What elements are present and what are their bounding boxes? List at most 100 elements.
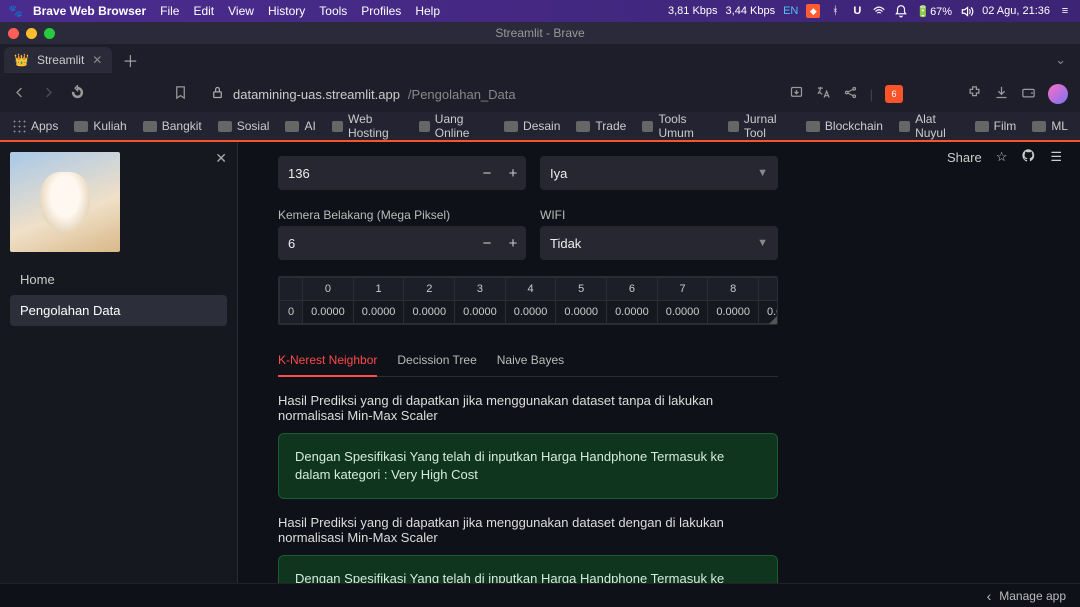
bookmark-folder-toolsumum[interactable]: Tools Umum — [642, 112, 711, 140]
tab-knn[interactable]: K-Nerest Neighbor — [278, 347, 377, 377]
minimize-window-button[interactable] — [26, 28, 37, 39]
menu-help[interactable]: Help — [415, 4, 440, 18]
maximize-window-button[interactable] — [44, 28, 55, 39]
u-icon[interactable]: U — [850, 4, 864, 18]
menu-history[interactable]: History — [268, 4, 305, 18]
table-cell: 0.0000 — [404, 301, 455, 324]
bookmark-folder-film[interactable]: Film — [975, 119, 1017, 133]
net-speed-down: 3,81 Kbps — [668, 5, 718, 17]
bookmark-folder-uangonline[interactable]: Uang Online — [419, 112, 488, 140]
footer-chevron-icon[interactable]: ‹ — [987, 588, 992, 604]
table-header-cell: 6 — [607, 278, 658, 301]
folder-icon — [143, 121, 157, 132]
sidebar-close-icon[interactable]: ✕ — [215, 150, 227, 167]
browser-tab[interactable]: 👑 Streamlit ✕ — [4, 47, 112, 73]
menu-file[interactable]: File — [160, 4, 179, 18]
table-header-cell: 1 — [353, 278, 404, 301]
apps-icon — [12, 119, 26, 133]
brave-shield-icon[interactable]: 6 — [885, 85, 903, 103]
step-down-2[interactable]: − — [474, 235, 500, 252]
select-wifi-value: Tidak — [550, 236, 581, 251]
step-up-2[interactable]: + — [500, 235, 526, 252]
folder-icon — [419, 121, 430, 132]
close-window-button[interactable] — [8, 28, 19, 39]
folder-icon — [728, 121, 739, 132]
hamburger-menu-icon[interactable]: ☰ — [1050, 149, 1062, 165]
install-app-icon[interactable] — [789, 85, 804, 103]
apple-menu-icon[interactable]: 🐾 — [8, 4, 23, 18]
app-header-actions: Share ☆ ☰ — [947, 148, 1062, 166]
status-icon-1[interactable]: ◆ — [806, 4, 820, 18]
bookmark-folder-bangkit[interactable]: Bangkit — [143, 119, 202, 133]
github-icon[interactable] — [1021, 148, 1036, 166]
tabs-dropdown-icon[interactable]: ⌄ — [1055, 52, 1066, 68]
battery-indicator[interactable]: 🔋67% — [916, 5, 952, 18]
extensions-icon[interactable] — [967, 85, 982, 103]
share-icon-toolbar[interactable] — [843, 85, 858, 103]
table-cell: 0.0000 — [505, 301, 556, 324]
bookmark-folder-desain[interactable]: Desain — [504, 119, 560, 133]
table-cell: 0.0000 — [303, 301, 354, 324]
table-header-cell — [280, 278, 303, 301]
select-wifi[interactable]: Tidak ▼ — [540, 226, 778, 260]
table-header-cell: 9 — [759, 278, 778, 301]
new-tab-button[interactable]: ＋ — [122, 48, 138, 72]
browser-toolbar: datamining-uas.streamlit.app/Pengolahan_… — [0, 76, 1080, 112]
bell-icon[interactable] — [894, 4, 908, 18]
share-button[interactable]: Share — [947, 150, 982, 165]
bookmark-folder-trade[interactable]: Trade — [576, 119, 626, 133]
lock-icon — [210, 85, 225, 103]
bookmark-folder-kuliah[interactable]: Kuliah — [74, 119, 126, 133]
select-1[interactable]: Iya ▼ — [540, 156, 778, 190]
bluetooth-icon[interactable]: ᚼ — [828, 4, 842, 18]
menu-tools[interactable]: Tools — [319, 4, 347, 18]
sidebar-image — [10, 152, 120, 252]
tab-close-icon[interactable]: ✕ — [92, 53, 102, 67]
clock[interactable]: 02 Agu, 21:36 — [982, 5, 1050, 17]
folder-icon — [332, 121, 343, 132]
manage-app-button[interactable]: Manage app — [999, 589, 1066, 603]
app-name[interactable]: Brave Web Browser — [33, 4, 146, 18]
address-bar[interactable]: datamining-uas.streamlit.app/Pengolahan_… — [202, 81, 775, 107]
volume-icon[interactable] — [960, 4, 974, 18]
bookmark-folder-ai[interactable]: AI — [285, 119, 315, 133]
step-up-1[interactable]: + — [500, 165, 526, 182]
lang-indicator[interactable]: EN — [783, 5, 798, 17]
tab-decision-tree[interactable]: Decission Tree — [397, 347, 476, 376]
apps-shortcut[interactable]: Apps — [12, 119, 58, 133]
bookmark-folder-sosial[interactable]: Sosial — [218, 119, 270, 133]
translate-icon[interactable] — [816, 85, 831, 103]
menu-trigger-icon[interactable]: ≡ — [1058, 4, 1072, 18]
streamlit-footer: ‹ Manage app — [0, 583, 1080, 607]
back-button[interactable] — [12, 85, 27, 103]
bookmark-outline-icon[interactable] — [173, 85, 188, 103]
bookmark-folder-alatnuyul[interactable]: Alat Nuyul — [899, 112, 959, 140]
step-down-1[interactable]: − — [474, 165, 500, 182]
sidebar-item-pengolahan-data[interactable]: Pengolahan Data — [10, 295, 227, 326]
folder-icon — [576, 121, 590, 132]
bookmarks-bar: Apps Kuliah Bangkit Sosial AI Web Hostin… — [0, 112, 1080, 142]
menu-view[interactable]: View — [228, 4, 254, 18]
os-menubar: 🐾 Brave Web Browser File Edit View Histo… — [0, 0, 1080, 22]
data-table[interactable]: 01234567891011 00.00000.00000.00000.0000… — [278, 276, 778, 325]
profile-avatar[interactable] — [1048, 84, 1068, 104]
bookmark-folder-ml[interactable]: ML — [1032, 119, 1068, 133]
folder-icon — [285, 121, 299, 132]
wallet-icon[interactable] — [1021, 85, 1036, 103]
tab-naive-bayes[interactable]: Naive Bayes — [497, 347, 564, 376]
forward-button[interactable] — [41, 85, 56, 103]
wifi-icon[interactable] — [872, 4, 886, 18]
bookmark-folder-blockchain[interactable]: Blockchain — [806, 119, 883, 133]
star-icon[interactable]: ☆ — [996, 149, 1008, 165]
bookmark-folder-webhosting[interactable]: Web Hosting — [332, 112, 403, 140]
number-input-2[interactable]: − + — [278, 226, 526, 260]
number-input-1[interactable]: − + — [278, 156, 526, 190]
number-field-2[interactable] — [278, 236, 474, 251]
menu-edit[interactable]: Edit — [193, 4, 214, 18]
sidebar-item-home[interactable]: Home — [10, 264, 227, 295]
reload-button[interactable] — [70, 85, 85, 103]
number-field-1[interactable] — [278, 166, 474, 181]
menu-profiles[interactable]: Profiles — [361, 4, 401, 18]
bookmark-folder-jurnaltool[interactable]: Jurnal Tool — [728, 112, 790, 140]
download-icon[interactable] — [994, 85, 1009, 103]
